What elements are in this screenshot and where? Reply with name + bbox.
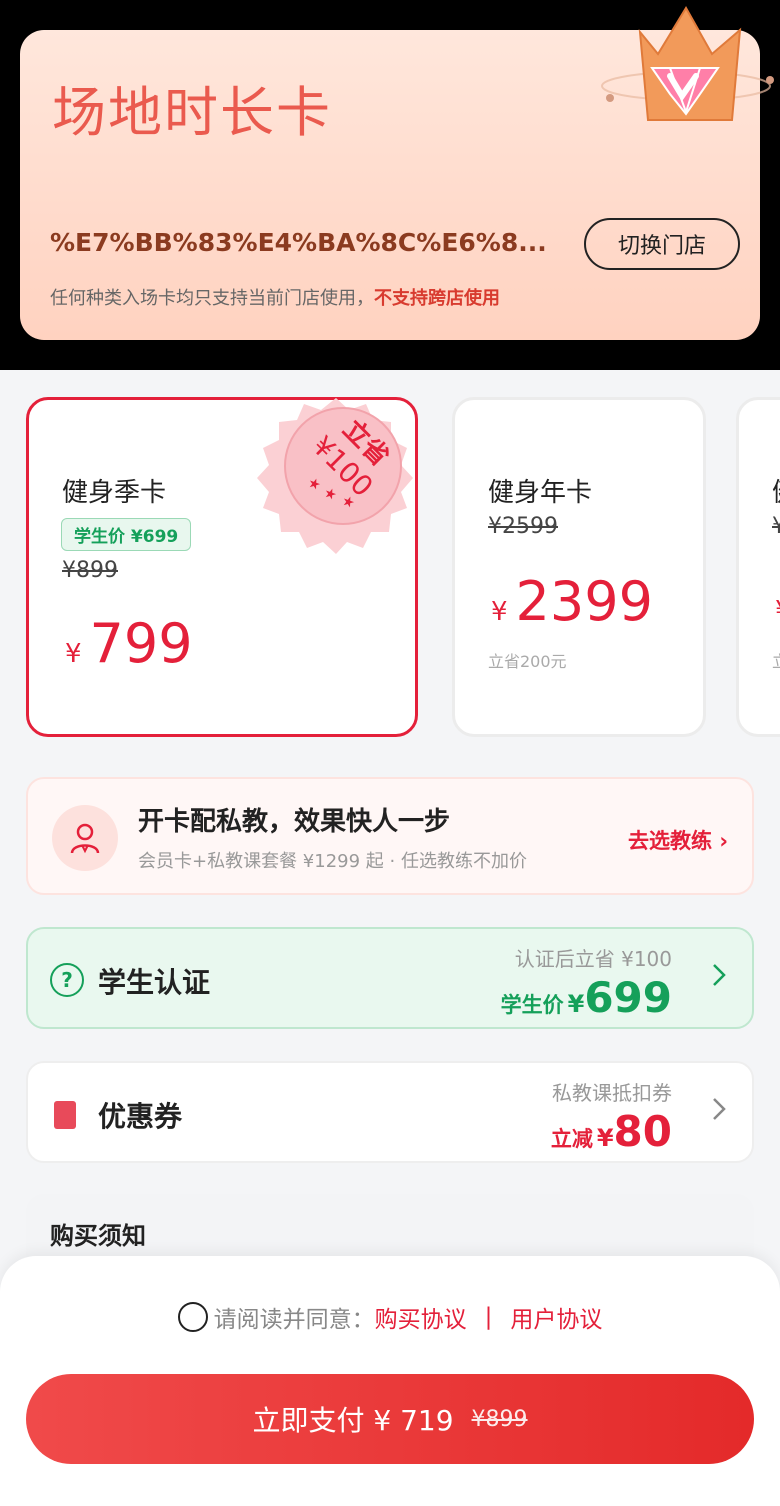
price-value: 799 [89,612,193,675]
currency-symbol: ¥ [596,1124,614,1152]
card-price: ¥799 [65,612,193,675]
store-usage-note: 任何种类入场卡均只支持当前门店使用，不支持跨店使用 [50,284,500,310]
currency-symbol: ¥ [65,639,82,669]
chevron-right-icon [713,964,726,986]
save-note: 立省200元 [488,652,567,671]
card-quarterly[interactable]: 立省 ¥100 ★ ★ ★ 健身季卡 学生价 ¥699 ¥899 ¥799 [26,397,418,737]
pay-now-button[interactable]: 立即支付 ¥ 719 ¥899 [26,1374,754,1464]
save-note: 立 [772,648,780,672]
agree-text: 请阅读并同意： [213,1307,375,1333]
hero-title: 场地时长卡 [52,81,332,144]
card-price: ¥ [775,596,780,626]
student-price-tag: 学生价 ¥699 [61,518,192,551]
card-carousel[interactable]: 立省 ¥100 ★ ★ ★ 健身季卡 学生价 ¥699 ¥899 ¥799 健身… [0,395,780,745]
user-agreement-link[interactable]: 用户协议 [510,1300,602,1334]
coach-subtitle: 会员卡+私教课套餐 ¥1299 起 · 任选教练不加价 [138,851,527,872]
discount-badge: 立省 ¥100 ★ ★ ★ [257,398,413,554]
notice-title: 购买须知 [50,1222,146,1250]
coupon-icon [54,1101,76,1129]
agree-radio[interactable] [177,1302,208,1332]
coupon-discount: 立减 ¥80 [551,1107,672,1156]
card-annual[interactable]: 健身年卡 ¥2599 ¥2399 立省200元 [452,397,706,737]
card-name: 健 [772,472,780,509]
coach-icon [52,805,118,871]
note-prefix: 任何种类入场卡均只支持当前门店使用， [50,288,374,309]
note-highlight: 不支持跨店使用 [374,288,500,309]
currency-symbol: ¥ [775,596,780,626]
checkout-footer: 请阅读并同意： 购买协议 | 用户协议 立即支付 ¥ 719 ¥899 [0,1256,780,1506]
coupon-label: 立减 [550,1127,593,1151]
card-name: 健身年卡 [488,478,593,508]
price-value: 2399 [515,570,653,633]
purchase-agreement-link[interactable]: 购买协议 [375,1300,467,1334]
diamond-crown-icon [601,6,774,121]
original-price: ¥899 [62,558,118,583]
coach-promo[interactable]: 开卡配私教，效果快人一步 会员卡+私教课套餐 ¥1299 起 · 任选教练不加价… [26,777,754,895]
chevron-right-icon [713,1098,726,1120]
link-separator: | [484,1304,493,1330]
card-partial[interactable]: 健 ¥ ¥ 立 [736,397,780,737]
hero-banner: 场地时长卡 %E7%BB%83%E4%BA%8C%E6%8... 切换门店 任何… [20,6,774,340]
coupon-amount: 80 [613,1107,672,1156]
student-price-label: 学生价 [500,993,564,1017]
pay-label: 立即支付 ¥ 719 [252,1404,454,1437]
coupon-hint: 私教课抵扣券 [552,1081,672,1105]
card-name: 健身季卡 [62,478,167,508]
agreement-row: 请阅读并同意： 购买协议 | 用户协议 [0,1300,780,1334]
student-hint: 认证后立省 ¥100 [514,947,672,971]
choose-coach-link[interactable]: 去选教练 › [628,825,728,855]
store-name: %E7%BB%83%E4%BA%8C%E6%8... [50,228,547,257]
coupon-row[interactable]: 优惠券 私教课抵扣券 立减 ¥80 [26,1061,754,1163]
card-price: ¥2399 [491,570,653,633]
student-price: 学生价 ¥699 [501,973,672,1022]
student-title: 学生认证 [98,966,211,999]
coach-title: 开卡配私教，效果快人一步 [138,807,451,837]
currency-symbol: ¥ [491,597,508,627]
currency-symbol: ¥ [567,990,585,1018]
original-price: ¥ [772,514,780,539]
pay-original-price: ¥899 [471,1406,528,1432]
student-verification-row[interactable]: ? 学生认证 认证后立省 ¥100 学生价 ¥699 [26,927,754,1029]
original-price: ¥2599 [488,514,558,539]
coupon-title: 优惠券 [98,1100,183,1133]
question-icon: ? [50,963,84,997]
student-price-value: 699 [584,973,672,1022]
switch-store-button[interactable]: 切换门店 [584,218,740,270]
